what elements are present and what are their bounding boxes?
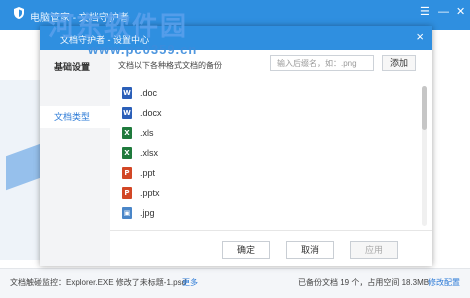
minimize-icon[interactable]: — bbox=[438, 7, 449, 18]
apply-button[interactable]: 应用 bbox=[350, 241, 398, 259]
more-link[interactable]: 更多 bbox=[182, 277, 198, 288]
extension-input[interactable]: 输入后缀名，如：.png bbox=[270, 55, 374, 71]
file-type-label: .pptx bbox=[140, 188, 160, 198]
excel-icon: X bbox=[122, 127, 132, 139]
cancel-button[interactable]: 取消 bbox=[286, 241, 334, 259]
settings-sidebar: 基础设置 文档类型 bbox=[40, 50, 110, 266]
monitor-status-text: 文档触碰监控：Explorer.EXE 修改了未标题-1.psd bbox=[10, 278, 187, 287]
list-item[interactable]: P .ppt bbox=[118, 164, 398, 184]
modify-config-link[interactable]: 修改配置 bbox=[428, 277, 460, 288]
image-icon: ▣ bbox=[122, 207, 132, 219]
list-item[interactable]: P .pptx bbox=[118, 184, 398, 204]
file-type-label: .doc bbox=[140, 88, 158, 98]
file-type-label: .ppt bbox=[140, 168, 156, 178]
dialog-button-bar: 确定 取消 应用 bbox=[110, 230, 432, 267]
settings-dialog: 文档守护者 - 设置中心 × 基础设置 文档类型 文档以下各种格式文档的备份 输… bbox=[40, 26, 432, 266]
background-decoration bbox=[0, 80, 40, 260]
close-window-icon[interactable]: ✕ bbox=[456, 7, 465, 18]
list-item[interactable]: X .xls bbox=[118, 124, 398, 144]
backup-status-text: 已备份文档 19 个，占用空间 18.3MB bbox=[298, 278, 430, 287]
file-type-label: .docx bbox=[140, 108, 162, 118]
excel-icon: X bbox=[122, 147, 132, 159]
panel-description: 文档以下各种格式文档的备份 bbox=[118, 61, 222, 70]
document-types-panel: 文档以下各种格式文档的备份 输入后缀名，如：.png 添加 W .doc W .doc… bbox=[110, 50, 432, 266]
list-item[interactable]: X .xlsx bbox=[118, 144, 398, 164]
file-type-label: .jpg bbox=[140, 208, 155, 218]
list-item[interactable]: W .doc bbox=[118, 84, 398, 104]
watermark-url: www.pc0359.cn bbox=[88, 42, 198, 57]
powerpoint-icon: P bbox=[122, 187, 132, 199]
shield-logo-icon bbox=[14, 7, 24, 19]
cube-decoration bbox=[6, 143, 40, 191]
file-type-label: .xlsx bbox=[140, 148, 158, 158]
sidebar-item-document-types[interactable]: 文档类型 bbox=[40, 106, 110, 128]
sidebar-item-basic-settings[interactable]: 基础设置 bbox=[40, 56, 110, 78]
watermark-text: 河东软件园 bbox=[48, 12, 189, 42]
file-type-list: W .doc W .docx X .xls X .xlsx P .ppt P .pptx ▣ .jpg bbox=[110, 80, 432, 230]
powerpoint-icon: P bbox=[122, 167, 132, 179]
menu-icon[interactable]: ☰ bbox=[420, 7, 430, 18]
list-scrollbar[interactable] bbox=[422, 86, 427, 226]
list-item[interactable]: W .docx bbox=[118, 104, 398, 124]
dialog-close-icon[interactable]: × bbox=[416, 30, 424, 43]
ok-button[interactable]: 确定 bbox=[222, 241, 270, 259]
scrollbar-thumb[interactable] bbox=[422, 86, 427, 130]
list-item[interactable]: ▣ .jpg bbox=[118, 204, 398, 224]
word-doc-icon: W bbox=[122, 87, 132, 99]
file-type-label: .xls bbox=[140, 128, 154, 138]
add-button[interactable]: 添加 bbox=[382, 55, 416, 71]
status-bar: 文档触碰监控：Explorer.EXE 修改了未标题-1.psd 更多 已备份文… bbox=[0, 268, 470, 298]
word-doc-icon: W bbox=[122, 107, 132, 119]
